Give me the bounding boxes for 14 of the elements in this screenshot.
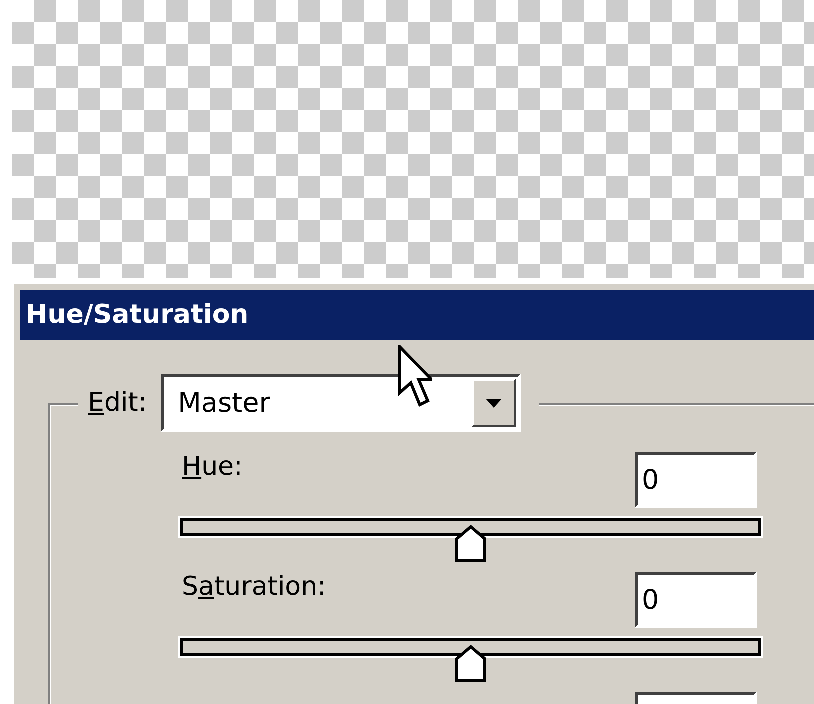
edit-dropdown[interactable]: Master bbox=[161, 374, 522, 432]
slider[interactable] bbox=[178, 516, 763, 564]
caret-icon bbox=[486, 398, 502, 408]
slider-thumb[interactable] bbox=[454, 645, 486, 683]
mouse-cursor-icon bbox=[398, 345, 432, 407]
dropdown-button[interactable] bbox=[472, 379, 516, 427]
field-label: Hue: bbox=[182, 452, 243, 482]
window-title: Hue/Saturation bbox=[26, 300, 249, 330]
slider[interactable] bbox=[178, 636, 763, 684]
value-field[interactable]: 0 bbox=[635, 572, 757, 628]
field-label: Saturation: bbox=[182, 572, 326, 602]
value-field[interactable]: 0 bbox=[635, 452, 757, 508]
slider-thumb[interactable] bbox=[454, 525, 486, 563]
field-label: Edit: bbox=[88, 388, 148, 418]
